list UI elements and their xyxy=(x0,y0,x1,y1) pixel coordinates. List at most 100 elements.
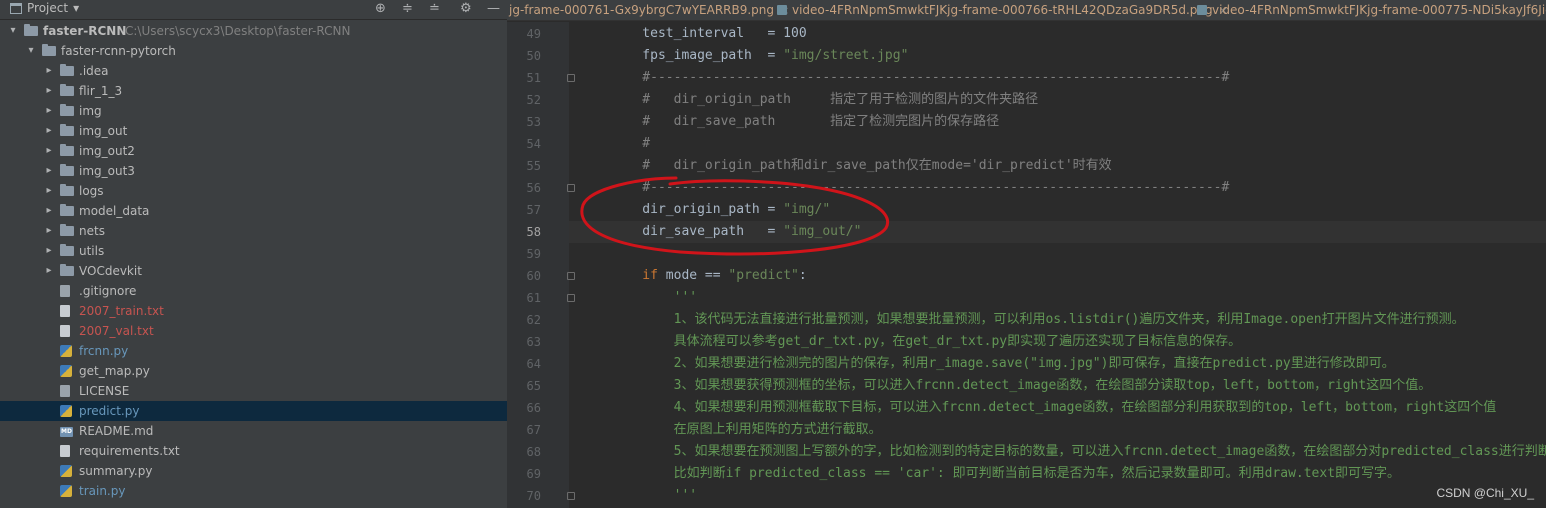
chevron-right-icon[interactable]: ▸ xyxy=(44,141,54,161)
code-text: 1、该代码无法直接进行批量预测，如果想要批量预测，可以利用os.listdir(… xyxy=(611,309,1465,331)
tree-folder[interactable]: ▸ img_out xyxy=(0,121,507,141)
code-line[interactable]: 1、该代码无法直接进行批量预测，如果想要批量预测，可以利用os.listdir(… xyxy=(569,309,1546,331)
code-line[interactable] xyxy=(569,243,1546,265)
tree-item-label: flir_1_3 xyxy=(79,84,123,98)
editor-tab[interactable]: video-4FRnNpmSmwktFJKjg-frame-000766-tRH… xyxy=(777,0,1228,20)
tree-file[interactable]: .gitignore xyxy=(0,281,507,301)
code-token: "img/" xyxy=(783,202,831,217)
collapse-all-icon[interactable]: ≑ xyxy=(402,0,413,18)
code-text: # dir_origin_path和dir_save_path仅在mode='d… xyxy=(611,155,1111,177)
chevron-down-icon[interactable]: ▾ xyxy=(26,41,36,61)
tree-folder[interactable]: ▸ flir_1_3 xyxy=(0,81,507,101)
code-line[interactable]: dir_origin_path = "img/" xyxy=(569,199,1546,221)
code-line[interactable]: 3、如果想要获得预测框的坐标，可以进入frcnn.detect_image函数，… xyxy=(569,375,1546,397)
folder-icon xyxy=(60,84,74,96)
code-line[interactable]: 具体流程可以参考get_dr_txt.py，在get_dr_txt.py即实现了… xyxy=(569,331,1546,353)
image-file-icon xyxy=(1197,5,1207,15)
code-line[interactable]: # dir_save_path 指定了检测完图片的保存路径 xyxy=(569,111,1546,133)
tree-folder[interactable]: ▸ img_out3 xyxy=(0,161,507,181)
code-line[interactable]: #---------------------------------------… xyxy=(569,67,1546,89)
tree-folder[interactable]: ▸ logs xyxy=(0,181,507,201)
code-text: test_interval = 100 xyxy=(611,23,806,45)
tab-label: jg-frame-000761-Gx9ybrgC7wYEARRB9.png xyxy=(509,3,775,17)
chevron-down-icon[interactable]: ▾ xyxy=(8,21,18,41)
code-line[interactable]: if mode == "predict": xyxy=(569,265,1546,287)
tree-folder[interactable]: ▸ model_data xyxy=(0,201,507,221)
editor-tab[interactable]: video-4FRnNpmSmwktFJKjg-frame-000775-NDi… xyxy=(1197,0,1546,20)
chevron-right-icon[interactable]: ▸ xyxy=(44,101,54,121)
editor-tab[interactable]: jg-frame-000761-Gx9ybrgC7wYEARRB9.png× xyxy=(509,0,789,20)
tree-item-label: .idea xyxy=(79,64,109,78)
folder-icon xyxy=(60,204,74,216)
code-text: 比如判断if predicted_class == 'car': 即可判断当前目… xyxy=(611,463,1400,485)
chevron-right-icon[interactable]: ▸ xyxy=(44,221,54,241)
expand-all-icon[interactable]: ≐ xyxy=(429,0,440,18)
tree-file[interactable]: MD README.md xyxy=(0,421,507,441)
tree-folder[interactable]: ▸ VOCdevkit xyxy=(0,261,507,281)
tree-folder[interactable]: ▾ faster-RCNN C:\Users\scycx3\Desktop\fast… xyxy=(0,21,507,41)
tree-item-label: logs xyxy=(79,184,104,198)
code-text: 具体流程可以参考get_dr_txt.py，在get_dr_txt.py即实现了… xyxy=(611,331,1242,353)
chevron-right-icon[interactable]: ▸ xyxy=(44,241,54,261)
tree-item-label: faster-rcnn-pytorch xyxy=(61,44,176,58)
code-line[interactable]: 比如判断if predicted_class == 'car': 即可判断当前目… xyxy=(569,463,1546,485)
tree-folder[interactable]: ▾ faster-rcnn-pytorch xyxy=(0,41,507,61)
code-line[interactable]: 5、如果想要在预测图上写额外的字，比如检测到的特定目标的数量，可以进入frcnn… xyxy=(569,441,1546,463)
python-file-icon xyxy=(60,405,72,417)
chevron-right-icon[interactable]: ▸ xyxy=(44,121,54,141)
tree-folder[interactable]: ▸ nets xyxy=(0,221,507,241)
code-line[interactable]: 2、如果想要进行检测完的图片的保存，利用r_image.save("img.jp… xyxy=(569,353,1546,375)
chevron-down-icon[interactable]: ▾ xyxy=(73,1,79,15)
code-token: 5、如果想要在预测图上写额外的字，比如检测到的特定目标的数量，可以进入frcnn… xyxy=(611,444,1546,459)
tree-file[interactable]: 2007_train.txt xyxy=(0,301,507,321)
tree-file[interactable]: 2007_val.txt xyxy=(0,321,507,341)
text-file-icon xyxy=(60,445,70,457)
chevron-right-icon[interactable]: ▸ xyxy=(44,201,54,221)
tree-file[interactable]: LICENSE xyxy=(0,381,507,401)
code-line[interactable]: # dir_origin_path 指定了用于检测的图片的文件夹路径 xyxy=(569,89,1546,111)
file-icon xyxy=(60,385,70,397)
tree-item-label: faster-RCNN xyxy=(43,24,127,38)
chevron-right-icon[interactable]: ▸ xyxy=(44,161,54,181)
tree-file[interactable]: frcnn.py xyxy=(0,341,507,361)
code-line[interactable]: #---------------------------------------… xyxy=(569,177,1546,199)
code-area[interactable]: test_interval = 100 fps_image_path = "im… xyxy=(569,22,1546,508)
code-line[interactable]: dir_save_path = "img_out/" xyxy=(569,221,1546,243)
tree-item-label: utils xyxy=(79,244,105,258)
code-line[interactable]: # dir_origin_path和dir_save_path仅在mode='d… xyxy=(569,155,1546,177)
tree-file[interactable]: train.py xyxy=(0,481,507,501)
code-line[interactable]: 在原图上利用矩阵的方式进行截取。 xyxy=(569,419,1546,441)
tree-file[interactable]: summary.py xyxy=(0,461,507,481)
chevron-right-icon[interactable]: ▸ xyxy=(44,61,54,81)
chevron-right-icon[interactable]: ▸ xyxy=(44,261,54,281)
tree-item-label: img xyxy=(79,104,102,118)
line-number: 67 xyxy=(526,423,541,437)
chevron-right-icon[interactable]: ▸ xyxy=(44,81,54,101)
code-line[interactable]: ''' xyxy=(569,287,1546,309)
project-view-selector[interactable]: Project ▾ xyxy=(10,1,79,15)
tree-folder[interactable]: ▸ img xyxy=(0,101,507,121)
code-token: # dir_origin_path 指定了用于检测的图片的文件夹路径 xyxy=(611,92,1039,107)
code-line[interactable]: 4、如果想要利用预测框截取下目标，可以进入frcnn.detect_image函… xyxy=(569,397,1546,419)
gear-icon[interactable]: ⚙ xyxy=(460,0,472,18)
code-line[interactable]: # xyxy=(569,133,1546,155)
tree-folder[interactable]: ▸ img_out2 xyxy=(0,141,507,161)
code-line[interactable]: fps_image_path = "img/street.jpg" xyxy=(569,45,1546,67)
minimize-icon[interactable]: — xyxy=(487,0,500,18)
tree-file[interactable]: requirements.txt xyxy=(0,441,507,461)
code-token: 3、如果想要获得预测框的坐标，可以进入frcnn.detect_image函数，… xyxy=(611,378,1432,393)
code-token: ''' xyxy=(611,488,698,503)
code-line[interactable]: test_interval = 100 xyxy=(569,23,1546,45)
tree-folder[interactable]: ▸ .idea xyxy=(0,61,507,81)
tree-item-label: 2007_val.txt xyxy=(79,324,154,338)
tree-file[interactable]: get_map.py xyxy=(0,361,507,381)
tree-folder[interactable]: ▸ utils xyxy=(0,241,507,261)
python-file-icon xyxy=(60,485,72,497)
code-token: 4、如果想要利用预测框截取下目标，可以进入frcnn.detect_image函… xyxy=(611,400,1497,415)
code-line[interactable]: ''' xyxy=(569,485,1546,507)
tree-file[interactable]: predict.py xyxy=(0,401,507,421)
crosshair-icon[interactable]: ⊕ xyxy=(375,0,386,18)
project-title: Project xyxy=(27,1,69,15)
tree-item-label: .gitignore xyxy=(79,284,137,298)
chevron-right-icon[interactable]: ▸ xyxy=(44,181,54,201)
